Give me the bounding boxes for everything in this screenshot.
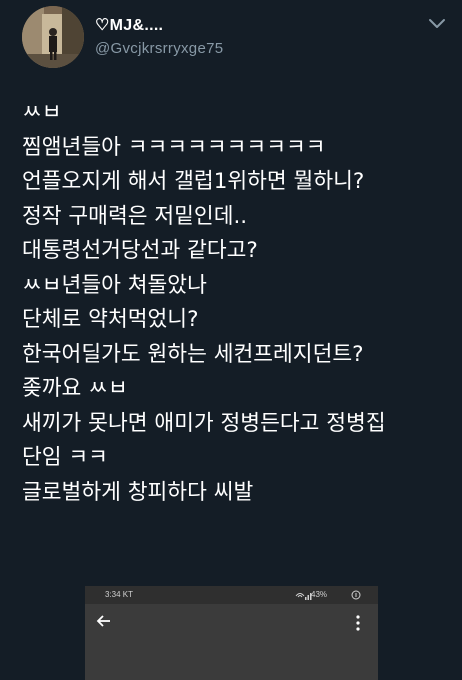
attached-screenshot[interactable]: 3:34 KT 43%	[85, 586, 378, 680]
tweet-line: 새끼가 못나면 애미가 정병든다고 정병집	[22, 410, 386, 436]
tweet-header: ♡MJ&.... @Gvcjkrsrryxge75	[0, 0, 462, 80]
phone-status-bar: 3:34 KT 43%	[85, 586, 378, 604]
tweet-line: 단체로 약처먹었니?	[22, 307, 199, 332]
avatar[interactable]	[22, 6, 84, 68]
arrow-left-icon	[96, 615, 110, 627]
avatar-photo-icon	[22, 6, 84, 68]
tweet-line: ㅆㅂ년들아 쳐돌았나	[22, 272, 207, 298]
tweet-line: ㅆㅂ	[22, 100, 62, 125]
tweet-line: 글로벌하게 창피하다 씨발	[22, 479, 254, 505]
more-vertical-icon	[356, 615, 360, 631]
tweet-line: 찜앰년들아 ㅋㅋㅋㅋㅋㅋㅋㅋㅋㅋ	[22, 134, 326, 160]
tweet-line: 한국어딜가도 원하는 세컨프레지던트?	[22, 341, 364, 367]
user-handle[interactable]: @Gvcjkrsrryxge75	[95, 40, 223, 57]
tweet-card: ♡MJ&.... @Gvcjkrsrryxge75 ㅆㅂ 찜앰년들아 ㅋㅋㅋㅋㅋ…	[0, 0, 462, 680]
tweet-line: 단임 ㅋㅋ	[22, 445, 108, 470]
battery-level: 43%	[311, 590, 328, 599]
tweet-line: 대통령선거당선과 같다고?	[22, 238, 258, 263]
status-time: 3:34 KT	[105, 590, 134, 599]
tweet-line: 정작 구매력은 저밑인데..	[22, 203, 248, 229]
signal-icon	[295, 590, 361, 600]
tweet-line: 좆까요 ㅆㅂ	[22, 376, 128, 401]
chevron-down-icon[interactable]	[427, 16, 447, 32]
display-name[interactable]: ♡MJ&....	[95, 15, 163, 35]
tweet-text: ㅆㅂ 찜앰년들아 ㅋㅋㅋㅋㅋㅋㅋㅋㅋㅋ 언플오지게 해서 갤럽1위하면 뭘하니?…	[22, 96, 452, 510]
tweet-line: 언플오지게 해서 갤럽1위하면 뭘하니?	[22, 169, 365, 194]
